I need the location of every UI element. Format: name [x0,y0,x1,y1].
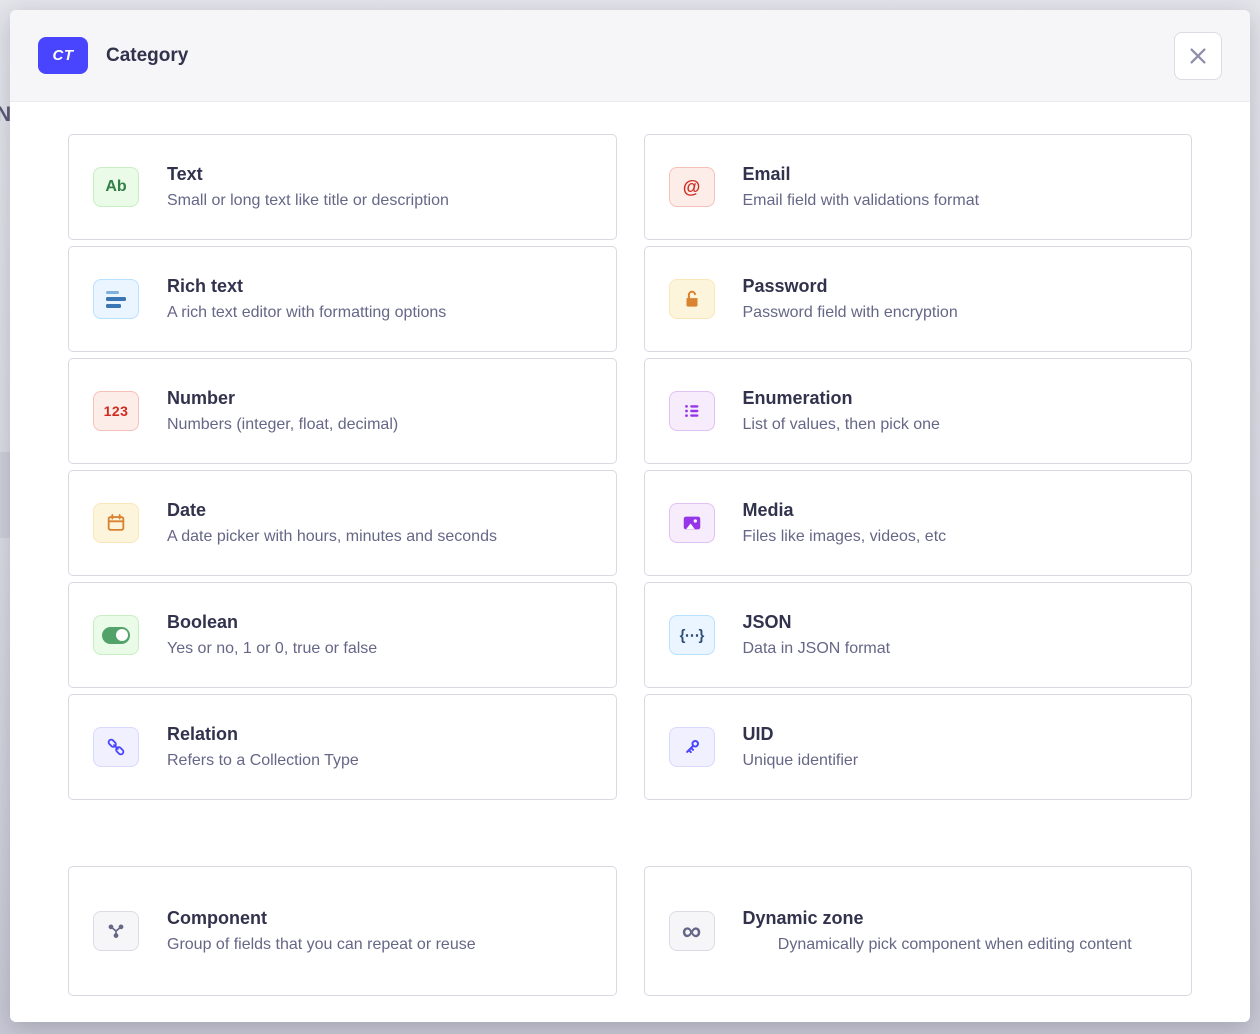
infinity-icon: ∞ [669,911,715,951]
field-type-card-relation[interactable]: Relation Refers to a Collection Type [68,694,617,800]
close-icon [1187,45,1209,67]
field-types-grid: Ab Text Small or long text like title or d… [68,134,1192,800]
zone-types-grid: Component Group of fields that you can re… [68,866,1192,996]
field-type-title: UID [743,722,1168,746]
field-type-description: A rich text editor with formatting optio… [167,301,592,325]
field-type-card-richtext[interactable]: Rich text A rich text editor with formatt… [68,246,617,352]
field-type-description: Data in JSON format [743,637,1168,661]
field-type-text: Rich text A rich text editor with formatt… [167,274,592,325]
field-type-text: Component Group of fields that you can re… [167,906,592,957]
field-type-text: Boolean Yes or no, 1 or 0, true or false [167,610,592,661]
field-type-description: Numbers (integer, float, decimal) [167,413,592,437]
field-type-title: Date [167,498,592,522]
modal-header: CT Category [10,10,1250,102]
lock-icon [669,279,715,319]
field-type-text: Enumeration List of values, then pick one [743,386,1168,437]
field-type-description: Refers to a Collection Type [167,749,592,773]
calendar-icon [93,503,139,543]
field-type-card-email[interactable]: @ Email Email field with validations forma… [644,134,1193,240]
field-type-description: Group of fields that you can repeat or r… [167,933,592,957]
field-type-text: Number Numbers (integer, float, decimal) [167,386,592,437]
field-type-description: A date picker with hours, minutes and se… [167,525,592,549]
modal-body: Ab Text Small or long text like title or d… [10,102,1250,996]
field-type-title: Text [167,162,592,186]
media-picture-icon [669,503,715,543]
component-branch-icon [93,911,139,951]
field-type-text: Dynamic zone Dynamically pick component w… [743,906,1168,957]
field-type-card-dynamiczone[interactable]: ∞ Dynamic zone Dynamically pick component … [644,866,1193,996]
rich-text-lines-icon [93,279,139,319]
modal-title: Category [106,45,188,67]
field-type-text: Date A date picker with hours, minutes an… [167,498,592,549]
email-at-icon: @ [669,167,715,207]
field-type-card-date[interactable]: Date A date picker with hours, minutes an… [68,470,617,576]
field-type-title: Boolean [167,610,592,634]
field-type-card-json[interactable]: {⋯} JSON Data in JSON format [644,582,1193,688]
field-type-description: Unique identifier [743,749,1168,773]
field-type-card-uid[interactable]: UID Unique identifier [644,694,1193,800]
field-type-modal: CT Category Ab Text Small or long text lik… [10,10,1250,1022]
field-type-card-enumeration[interactable]: Enumeration List of values, then pick one [644,358,1193,464]
key-icon [669,727,715,767]
chain-link-icon [93,727,139,767]
field-type-description: List of values, then pick one [743,413,1168,437]
text-ab-icon: Ab [93,167,139,207]
field-type-description: Password field with encryption [743,301,1168,325]
field-type-card-boolean[interactable]: Boolean Yes or no, 1 or 0, true or false [68,582,617,688]
field-type-card-password[interactable]: Password Password field with encryption [644,246,1193,352]
field-type-description: Files like images, videos, etc [743,525,1168,549]
field-type-text: UID Unique identifier [743,722,1168,773]
field-type-description: Yes or no, 1 or 0, true or false [167,637,592,661]
field-type-text: Password Password field with encryption [743,274,1168,325]
field-type-text: Relation Refers to a Collection Type [167,722,592,773]
field-type-card-text[interactable]: Ab Text Small or long text like title or d… [68,134,617,240]
close-button[interactable] [1174,32,1222,80]
field-type-text: Email Email field with validations format [743,162,1168,213]
number-123-icon: 123 [93,391,139,431]
field-type-description: Dynamically pick component when editing … [775,933,1135,957]
field-type-description: Small or long text like title or descrip… [167,189,592,213]
field-type-card-number[interactable]: 123 Number Numbers (integer, float, decima… [68,358,617,464]
field-type-text: Media Files like images, videos, etc [743,498,1168,549]
field-type-card-component[interactable]: Component Group of fields that you can re… [68,866,617,996]
content-type-badge: CT [38,37,88,74]
field-type-title: Password [743,274,1168,298]
field-type-title: Enumeration [743,386,1168,410]
field-type-description: Email field with validations format [743,189,1168,213]
field-type-title: JSON [743,610,1168,634]
field-type-text: Text Small or long text like title or des… [167,162,592,213]
field-type-title: Media [743,498,1168,522]
background-page-block [0,452,10,538]
bullet-list-icon [669,391,715,431]
field-type-text: JSON Data in JSON format [743,610,1168,661]
json-braces-icon: {⋯} [669,615,715,655]
field-type-title: Dynamic zone [743,906,1168,930]
field-type-title: Rich text [167,274,592,298]
toggle-icon [93,615,139,655]
field-type-card-media[interactable]: Media Files like images, videos, etc [644,470,1193,576]
field-type-title: Email [743,162,1168,186]
field-type-title: Relation [167,722,592,746]
field-type-title: Component [167,906,592,930]
field-type-title: Number [167,386,592,410]
